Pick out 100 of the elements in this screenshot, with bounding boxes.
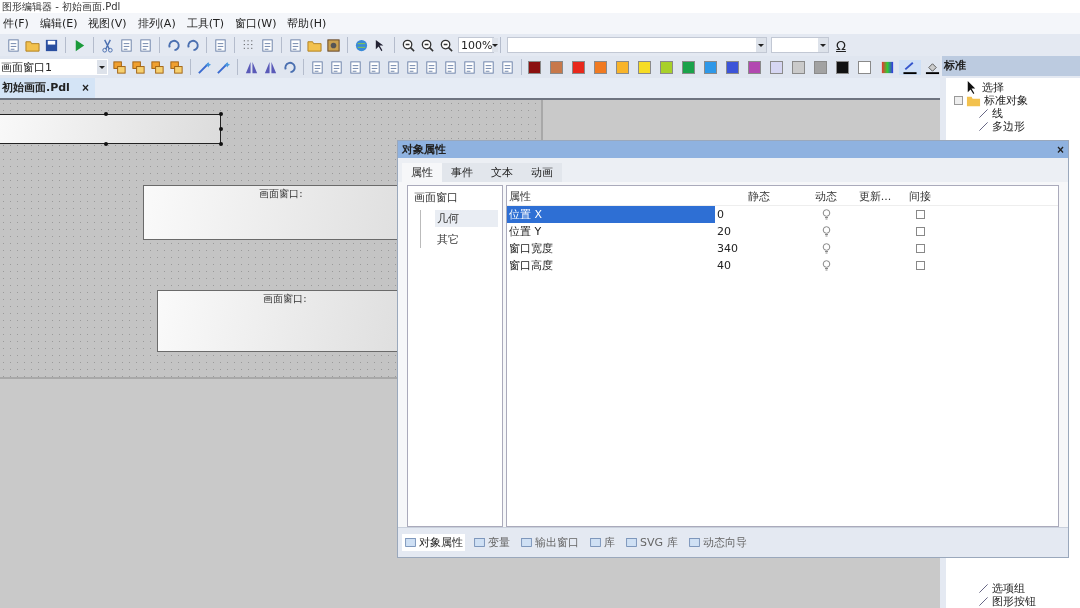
selection-handle[interactable] [219, 142, 223, 146]
object-dropdown[interactable]: 画面窗口1 [0, 59, 109, 75]
collapse-toggle-icon[interactable] [954, 96, 963, 105]
color-swatch[interactable] [638, 60, 651, 74]
menu-item[interactable]: 件(F) [2, 15, 30, 32]
layer-icon[interactable] [112, 59, 128, 75]
palette-item[interactable]: 图形按钮 [992, 595, 1036, 608]
undo-icon[interactable] [166, 37, 181, 53]
menu-item[interactable]: 帮助(H) [286, 15, 328, 32]
cut-scissors-icon[interactable] [100, 37, 115, 53]
palette-item[interactable]: 选项组 [992, 582, 1025, 595]
property-value-cell[interactable]: 340 [715, 240, 801, 257]
shape-icon [978, 121, 989, 132]
tree-item[interactable]: 几何 [435, 210, 498, 227]
close-button[interactable]: × [81, 80, 89, 95]
property-name-cell[interactable]: 位置 X [507, 206, 715, 223]
document-tab[interactable]: 初始画面.Pdl × [0, 78, 95, 98]
redo-icon[interactable] [185, 37, 200, 53]
window-icon [520, 536, 533, 549]
object-caption: 画面窗口: [263, 292, 307, 306]
dialog-tab[interactable]: 事件 [442, 163, 482, 182]
palette-item[interactable]: 多边形 [992, 120, 1025, 133]
bottom-tab[interactable]: 动态向导 [685, 534, 749, 551]
selection-handle[interactable] [219, 112, 223, 116]
flip-icon[interactable] [263, 59, 279, 75]
dialog-tab[interactable]: 属性 [402, 163, 442, 182]
color-swatch[interactable] [550, 60, 563, 74]
property-value-cell[interactable]: 20 [715, 223, 801, 240]
indirect-checkbox[interactable] [915, 244, 925, 253]
palette-item[interactable]: 标准对象 [984, 94, 1028, 107]
color-swatch[interactable] [814, 60, 827, 74]
gradient-swatch-icon[interactable] [880, 59, 895, 75]
dialog-tab[interactable]: 文本 [482, 163, 522, 182]
shape-icon [978, 596, 989, 607]
wand-icon[interactable] [216, 59, 232, 75]
indirect-checkbox[interactable] [915, 261, 925, 270]
indirect-checkbox[interactable] [915, 227, 925, 236]
column-header[interactable]: 静态 [715, 188, 801, 205]
bottom-tab[interactable]: 库 [587, 534, 617, 551]
lightbulb-icon[interactable] [821, 243, 831, 254]
palette-item[interactable]: 线 [992, 107, 1003, 120]
window-icon [687, 536, 701, 549]
selection-handle[interactable] [103, 142, 108, 146]
property-value-cell[interactable]: 0 [715, 206, 801, 223]
column-header[interactable]: 动态 [801, 188, 849, 205]
menu-item[interactable]: 排列(A) [136, 15, 177, 32]
layer-icon[interactable] [131, 59, 147, 75]
wand-icon[interactable] [197, 59, 213, 75]
color-swatch[interactable] [836, 60, 849, 74]
window-icon [473, 536, 486, 549]
window-icon [625, 536, 638, 549]
shape-icon [978, 108, 989, 119]
color-swatch[interactable] [616, 60, 629, 74]
bottom-tab[interactable]: SVG 库 [623, 534, 680, 551]
lightbulb-icon[interactable] [821, 260, 831, 271]
property-name-cell[interactable]: 位置 Y [507, 223, 715, 240]
line-color-icon[interactable] [899, 59, 921, 75]
color-swatch[interactable] [682, 60, 695, 74]
color-swatch[interactable] [770, 60, 783, 74]
palette-item[interactable]: 选择 [982, 81, 1004, 94]
property-name-cell[interactable]: 窗口高度 [507, 257, 715, 274]
indirect-checkbox[interactable] [915, 210, 925, 219]
column-header[interactable]: 更新... [849, 188, 899, 205]
picture-window-object[interactable] [0, 114, 221, 144]
rotate-icon[interactable] [282, 59, 298, 75]
library-icon[interactable] [326, 37, 341, 53]
menu-item[interactable]: 工具(T) [185, 15, 225, 32]
menu-item[interactable]: 窗口(W) [234, 15, 278, 32]
close-button[interactable]: × [1057, 142, 1064, 157]
symbol-button[interactable]: Ω [833, 37, 849, 53]
color-swatch[interactable] [572, 60, 585, 74]
flip-icon[interactable] [244, 59, 260, 75]
color-swatch[interactable] [748, 60, 761, 74]
property-name-cell[interactable]: 窗口宽度 [507, 240, 715, 257]
bottom-tab[interactable]: 变量 [471, 534, 512, 551]
lightbulb-icon[interactable] [821, 226, 831, 237]
color-swatch[interactable] [704, 60, 717, 74]
tree-item[interactable]: 其它 [435, 231, 498, 248]
zoom-out-icon[interactable] [420, 37, 435, 53]
layer-icon[interactable] [150, 59, 166, 75]
selection-handle[interactable] [219, 127, 223, 131]
bottom-tab[interactable]: 对象属性 [402, 534, 465, 551]
selection-handle[interactable] [103, 112, 108, 116]
layer-icon[interactable] [169, 59, 185, 75]
menu-item[interactable]: 视图(V) [87, 15, 128, 32]
color-swatch[interactable] [528, 60, 541, 74]
color-swatch[interactable] [858, 60, 871, 74]
dialog-tab[interactable]: 动画 [522, 163, 562, 182]
window-title: 图形编辑器 - 初始画面.Pdl [0, 0, 1080, 13]
color-swatch[interactable] [594, 60, 607, 74]
color-swatch[interactable] [660, 60, 673, 74]
lightbulb-icon[interactable] [821, 209, 831, 220]
new-file-icon[interactable] [6, 37, 21, 53]
column-header[interactable]: 间接 [899, 188, 939, 205]
bottom-tab[interactable]: 输出窗口 [518, 534, 581, 551]
menu-item[interactable]: 编辑(E) [38, 15, 79, 32]
column-header[interactable]: 属性 [507, 188, 715, 205]
color-swatch[interactable] [726, 60, 739, 74]
property-value-cell[interactable]: 40 [715, 257, 801, 274]
color-swatch[interactable] [792, 60, 805, 74]
